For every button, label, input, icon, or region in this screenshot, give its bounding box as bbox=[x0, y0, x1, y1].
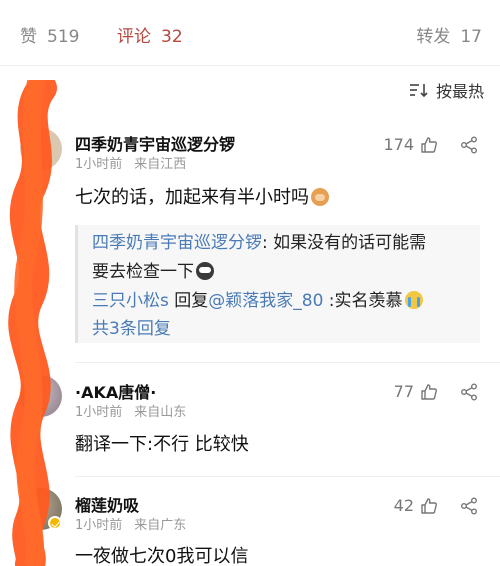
more-replies-link[interactable]: 共3条回复 bbox=[92, 314, 171, 339]
comment-location: 来自江西 bbox=[134, 157, 187, 172]
comment-actions: 77 bbox=[394, 382, 478, 401]
comment-location: 来自广东 bbox=[134, 518, 187, 533]
reply-text: 要去检查一下 bbox=[92, 262, 194, 282]
vip-badge-icon bbox=[48, 516, 62, 530]
thumbs-up-icon[interactable] bbox=[420, 497, 438, 515]
tab-comments-label: 评论 bbox=[117, 27, 151, 47]
tab-likes[interactable]: 赞 519 bbox=[20, 22, 79, 47]
sort-label: 按最热 bbox=[435, 82, 484, 101]
thumbs-up-icon[interactable] bbox=[420, 383, 438, 401]
reply-item: 三只小松s 回复@颖落我家_80 :实名羡慕 bbox=[92, 286, 423, 311]
share-icon[interactable] bbox=[460, 383, 478, 401]
tab-comments-count: 32 bbox=[161, 27, 183, 47]
avatar[interactable] bbox=[20, 375, 62, 417]
reply-mention[interactable]: @颖落我家_80 bbox=[208, 291, 323, 311]
reply-box[interactable]: 四季奶青宇宙巡逻分锣: 如果没有的话可能需 要去检查一下 三只小松s 回复@颖落… bbox=[75, 225, 480, 343]
comment-time: 1小时前 bbox=[75, 518, 123, 533]
like-count: 42 bbox=[393, 496, 414, 515]
reply-text: : 如果没有的话可能需 bbox=[262, 233, 427, 253]
comment-text: 一夜做七次0我可以信 bbox=[75, 546, 249, 566]
comment-divider bbox=[75, 362, 500, 363]
avatar[interactable] bbox=[20, 128, 62, 170]
monkey-emoji-icon bbox=[311, 188, 329, 206]
tab-reposts[interactable]: 转发 17 bbox=[416, 22, 482, 47]
sort-icon bbox=[409, 84, 428, 98]
like-count: 77 bbox=[393, 382, 414, 401]
tab-likes-label: 赞 bbox=[20, 27, 37, 47]
comment-text: 翻译一下:不行 比较快 bbox=[75, 434, 249, 455]
reply-mid: 回复 bbox=[168, 291, 209, 311]
comment-location: 来自山东 bbox=[134, 405, 187, 420]
comment-text: 七次的话，加起来有半小时吗 bbox=[75, 183, 329, 209]
reply-username[interactable]: 三只小松s bbox=[92, 291, 169, 311]
comment-username[interactable]: 榴莲奶吸 bbox=[75, 492, 139, 516]
reply-username[interactable]: 四季奶青宇宙巡逻分锣 bbox=[92, 233, 262, 253]
reply-item-continued: 要去检查一下 bbox=[92, 257, 214, 282]
comment-actions: 174 bbox=[383, 135, 478, 154]
tab-reposts-count: 17 bbox=[460, 27, 482, 47]
comment-text-content: 七次的话，加起来有半小时吗 bbox=[75, 187, 309, 208]
share-icon[interactable] bbox=[460, 136, 478, 154]
comment-meta: 1小时前 来自江西 bbox=[75, 153, 186, 172]
tab-divider bbox=[0, 65, 500, 66]
share-icon[interactable] bbox=[460, 497, 478, 515]
tab-likes-count: 519 bbox=[47, 27, 80, 47]
comment-username[interactable]: 四季奶青宇宙巡逻分锣 bbox=[75, 131, 235, 155]
sort-button[interactable]: 按最热 bbox=[409, 78, 484, 102]
thumbs-up-icon[interactable] bbox=[420, 136, 438, 154]
comment-actions: 42 bbox=[394, 496, 478, 515]
tab-bar: 赞 519 评论 32 转发 17 bbox=[0, 0, 500, 66]
comment-time: 1小时前 bbox=[75, 157, 123, 172]
cry-emoji-icon bbox=[404, 291, 423, 309]
tab-comments[interactable]: 评论 32 bbox=[117, 22, 183, 47]
reply-item: 四季奶青宇宙巡逻分锣: 如果没有的话可能需 bbox=[92, 228, 426, 253]
comment-time: 1小时前 bbox=[75, 405, 123, 420]
comment-meta: 1小时前 来自山东 bbox=[75, 401, 186, 420]
tab-reposts-label: 转发 bbox=[416, 27, 451, 47]
comment-divider bbox=[75, 476, 500, 477]
comment-meta: 1小时前 来自广东 bbox=[75, 514, 186, 533]
like-count: 174 bbox=[383, 135, 414, 154]
reply-text: :实名羡慕 bbox=[323, 291, 403, 311]
mask-emoji-icon bbox=[196, 262, 214, 280]
comment-username[interactable]: ·AKA唐僧· bbox=[75, 379, 156, 403]
